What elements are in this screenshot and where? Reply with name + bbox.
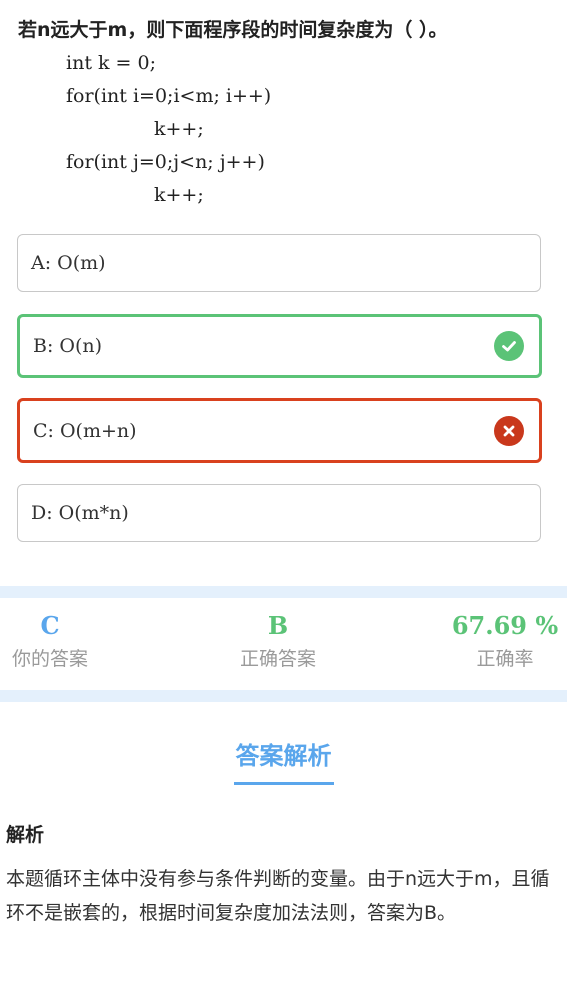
option-label: C: O(m+n) xyxy=(33,419,137,442)
option-d[interactable]: D: O(m*n) xyxy=(17,484,541,542)
analysis-tab[interactable]: 答案解析 xyxy=(0,740,567,785)
your-answer-stat: C 你的答案 xyxy=(2,608,98,674)
code-line: int k = 0; xyxy=(66,52,156,74)
code-line: for(int j=0;j<n; j++) xyxy=(66,151,265,173)
accuracy-stat: 67.69 % 正确率 xyxy=(446,608,564,674)
your-answer-value: C xyxy=(40,611,60,640)
correct-answer-value: B xyxy=(267,611,289,640)
section-divider xyxy=(0,586,567,598)
question-text: 若n远大于m，则下面程序段的时间复杂度为（ ）。 xyxy=(18,19,448,41)
accuracy-label: 正确率 xyxy=(476,648,534,670)
option-label: A: O(m) xyxy=(31,252,106,274)
correct-answer-label: 正确答案 xyxy=(239,648,316,670)
correct-answer-stat: B 正确答案 xyxy=(228,608,328,674)
check-circle-icon xyxy=(494,331,524,361)
code-snippet: int k = 0; for(int i=0;i<m; i++) k++; fo… xyxy=(66,50,271,215)
option-label: D: O(m*n) xyxy=(31,502,129,524)
answer-stats: C 你的答案 B 正确答案 67.69 % 正确率 xyxy=(0,598,567,690)
option-a[interactable]: A: O(m) xyxy=(17,234,541,292)
analysis-heading: 解析 xyxy=(6,824,45,846)
option-label: B: O(n) xyxy=(33,335,103,357)
accuracy-value: 67.69 % xyxy=(451,611,559,640)
code-line: k++; xyxy=(154,118,204,140)
section-divider xyxy=(0,690,567,702)
code-line: for(int i=0;i<m; i++) xyxy=(66,85,272,107)
option-c[interactable]: C: O(m+n) xyxy=(17,398,542,463)
x-circle-icon xyxy=(494,415,524,446)
code-line: k++; xyxy=(154,184,204,206)
option-b[interactable]: B: O(n) xyxy=(17,314,542,378)
analysis-body: 本题循环主体中没有参与条件判断的变量。由于n远大于m，且循环不是嵌套的，根据时间… xyxy=(6,868,550,924)
your-answer-label: 你的答案 xyxy=(11,648,88,670)
analysis-title: 答案解析 xyxy=(233,740,334,785)
